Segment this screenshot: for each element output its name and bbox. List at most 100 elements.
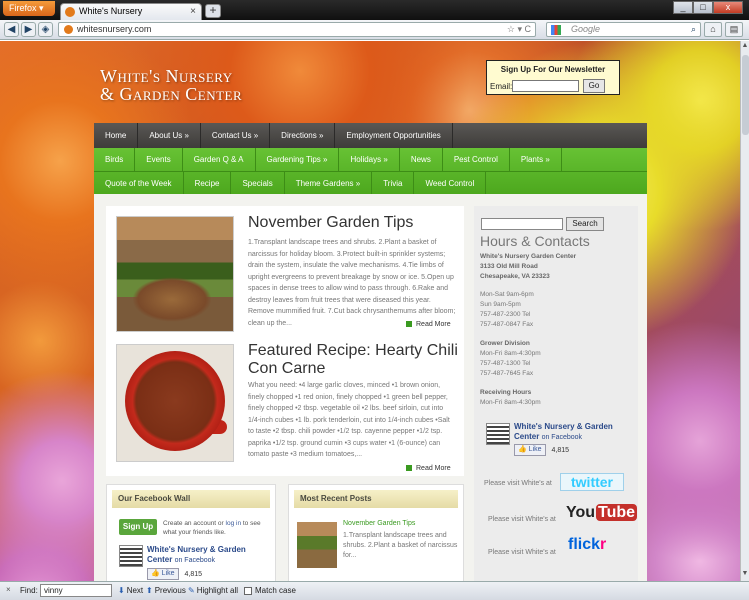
- category-nav: Birds Events Garden Q & A Gardening Tips…: [94, 148, 647, 194]
- fb-text-pre: Create an account or: [163, 520, 224, 527]
- like-button[interactable]: 👍 Like: [147, 568, 179, 580]
- cat-plants[interactable]: Plants »: [510, 148, 562, 171]
- bookmark-star-icon[interactable]: ☆ ▾ C: [507, 23, 531, 36]
- cat-events[interactable]: Events: [135, 148, 183, 171]
- cat-recipe[interactable]: Recipe: [184, 172, 232, 194]
- read-more-label: Read More: [416, 465, 451, 472]
- browser-titlebar: Firefox ▾ White's Nursery × + _ □ x: [0, 0, 749, 20]
- nav-about-us[interactable]: About Us »: [138, 123, 201, 148]
- back-arrow-icon[interactable]: ◀: [4, 22, 19, 37]
- forward-arrow-icon[interactable]: ▶: [21, 22, 36, 37]
- cat-specials[interactable]: Specials: [231, 172, 285, 194]
- sidebar-search-input[interactable]: [481, 218, 563, 230]
- browser-tab[interactable]: White's Nursery ×: [60, 3, 202, 20]
- youtube-icon[interactable]: You Tube: [566, 504, 638, 522]
- fb-login-link[interactable]: log in: [226, 520, 242, 527]
- fax-line: 757-487-0847 Fax: [480, 321, 534, 328]
- page-viewport: White's Nursery & Garden Center Sign Up …: [0, 41, 740, 581]
- cat-news[interactable]: News: [400, 148, 443, 171]
- scroll-up-icon[interactable]: ▲: [741, 42, 749, 52]
- cat-pest-control[interactable]: Pest Control: [443, 148, 510, 171]
- read-more-link[interactable]: Read More: [406, 465, 451, 472]
- nav-employment[interactable]: Employment Opportunities: [335, 123, 453, 148]
- find-previous-label: Previous: [154, 586, 186, 595]
- fb-on-label: on Facebook: [541, 434, 583, 441]
- cat-holidays[interactable]: Holidays »: [339, 148, 400, 171]
- newsletter-title: Sign Up For Our Newsletter: [500, 65, 606, 74]
- cat-gardening-tips[interactable]: Gardening Tips »: [256, 148, 340, 171]
- close-window-button[interactable]: x: [713, 1, 743, 14]
- cat-garden-qa[interactable]: Garden Q & A: [183, 148, 256, 171]
- youtube-you: You: [566, 504, 596, 521]
- address-bar[interactable]: whitesnursery.com ☆ ▾ C: [58, 22, 536, 37]
- sidebar-search-button[interactable]: Search: [566, 217, 604, 231]
- flickr-icon[interactable]: flickr: [568, 536, 606, 554]
- home-icon[interactable]: ⌂: [704, 22, 722, 37]
- down-arrow-icon: ⬇: [118, 586, 125, 595]
- read-more-icon: [406, 465, 412, 472]
- find-next-button[interactable]: ⬇ Next: [118, 586, 143, 595]
- facebook-wall: Our Facebook Wall Sign Up Create an acco…: [106, 484, 276, 581]
- read-more-label: Read More: [416, 321, 451, 328]
- newsletter-email-label: Email:: [490, 82, 513, 91]
- scroll-down-icon[interactable]: ▼: [741, 570, 749, 580]
- newsletter-go-button[interactable]: Go: [583, 79, 605, 93]
- like-label: Like: [161, 570, 175, 577]
- cat-weed-control[interactable]: Weed Control: [414, 172, 487, 194]
- nav-directions[interactable]: Directions »: [270, 123, 336, 148]
- whites-logo-thumb[interactable]: [486, 423, 510, 445]
- visit-text: Please visit White's at: [488, 549, 556, 556]
- like-button[interactable]: 👍 Like: [514, 444, 546, 456]
- maximize-button[interactable]: □: [693, 1, 713, 14]
- cat-birds[interactable]: Birds: [94, 148, 136, 171]
- minimize-button[interactable]: _: [673, 1, 693, 14]
- main-hours: Mon-Sat 9am-6pm Sun 9am-5pm 757-487-2300…: [480, 290, 634, 330]
- fb-on-label: on Facebook: [174, 557, 216, 564]
- new-tab-button[interactable]: +: [205, 4, 221, 18]
- toolbar-menu-icon[interactable]: ▤: [725, 22, 743, 37]
- read-more-link[interactable]: Read More: [406, 321, 451, 328]
- firefox-menu-button[interactable]: Firefox ▾: [3, 1, 55, 16]
- logo-line2: & Garden Center: [100, 84, 243, 104]
- nav-contact-us[interactable]: Contact Us »: [201, 123, 271, 148]
- search-magnifier-icon[interactable]: ⌕: [691, 23, 696, 36]
- whites-logo-thumb[interactable]: [119, 545, 143, 567]
- hours-line: Sun 9am-5pm: [480, 301, 521, 308]
- find-previous-button[interactable]: ⬆ Previous: [146, 586, 186, 595]
- fb-page-link[interactable]: White's Nursery & Garden Center on Faceb…: [514, 422, 634, 443]
- highlight-all-label: Highlight all: [196, 586, 239, 595]
- url-text: whitesnursery.com: [77, 24, 152, 34]
- nav-home[interactable]: Home: [94, 123, 139, 148]
- cat-trivia[interactable]: Trivia: [372, 172, 415, 194]
- twitter-icon[interactable]: twitter: [560, 473, 624, 491]
- recent-post-thumb[interactable]: [297, 522, 337, 568]
- highlight-all-button[interactable]: ✎ Highlight all: [188, 586, 238, 595]
- recipe-title[interactable]: Featured Recipe: Hearty Chili Con Carne: [248, 342, 458, 378]
- recent-post-link[interactable]: November Garden Tips: [343, 520, 415, 527]
- newsletter-email-input[interactable]: [512, 80, 579, 92]
- findbar-close-icon[interactable]: ×: [6, 585, 11, 594]
- leaves-photo[interactable]: [116, 216, 234, 332]
- fb-like-box: 👍 Like 4,815: [147, 568, 202, 580]
- highlighter-icon: ✎: [188, 586, 195, 595]
- search-bar[interactable]: Google ⌕: [546, 22, 701, 37]
- cat-quote[interactable]: Quote of the Week: [94, 172, 184, 194]
- up-arrow-icon: ⬆: [146, 586, 153, 595]
- find-label: Find:: [20, 586, 38, 595]
- match-case-checkbox[interactable]: Match case: [244, 586, 296, 595]
- hours-heading: Hours & Contacts: [480, 233, 590, 249]
- post-title[interactable]: November Garden Tips: [248, 214, 413, 232]
- fb-page-link[interactable]: White's Nursery & Garden Center on Faceb…: [147, 545, 267, 566]
- cat-theme-gardens[interactable]: Theme Gardens »: [285, 172, 373, 194]
- site-logo[interactable]: White's Nursery & Garden Center: [100, 67, 242, 103]
- page-scrollbar[interactable]: ▲ ▼: [740, 41, 749, 581]
- find-input[interactable]: vinny: [40, 584, 112, 597]
- read-more-icon: [406, 321, 412, 328]
- tab-close-icon[interactable]: ×: [190, 4, 196, 19]
- window-controls: _ □ x: [673, 1, 743, 14]
- identity-icon[interactable]: ◈: [38, 22, 53, 37]
- like-count: 4,815: [184, 570, 203, 578]
- chili-photo[interactable]: [116, 344, 234, 462]
- fb-signup-button[interactable]: Sign Up: [119, 519, 157, 535]
- scroll-thumb[interactable]: [742, 55, 749, 135]
